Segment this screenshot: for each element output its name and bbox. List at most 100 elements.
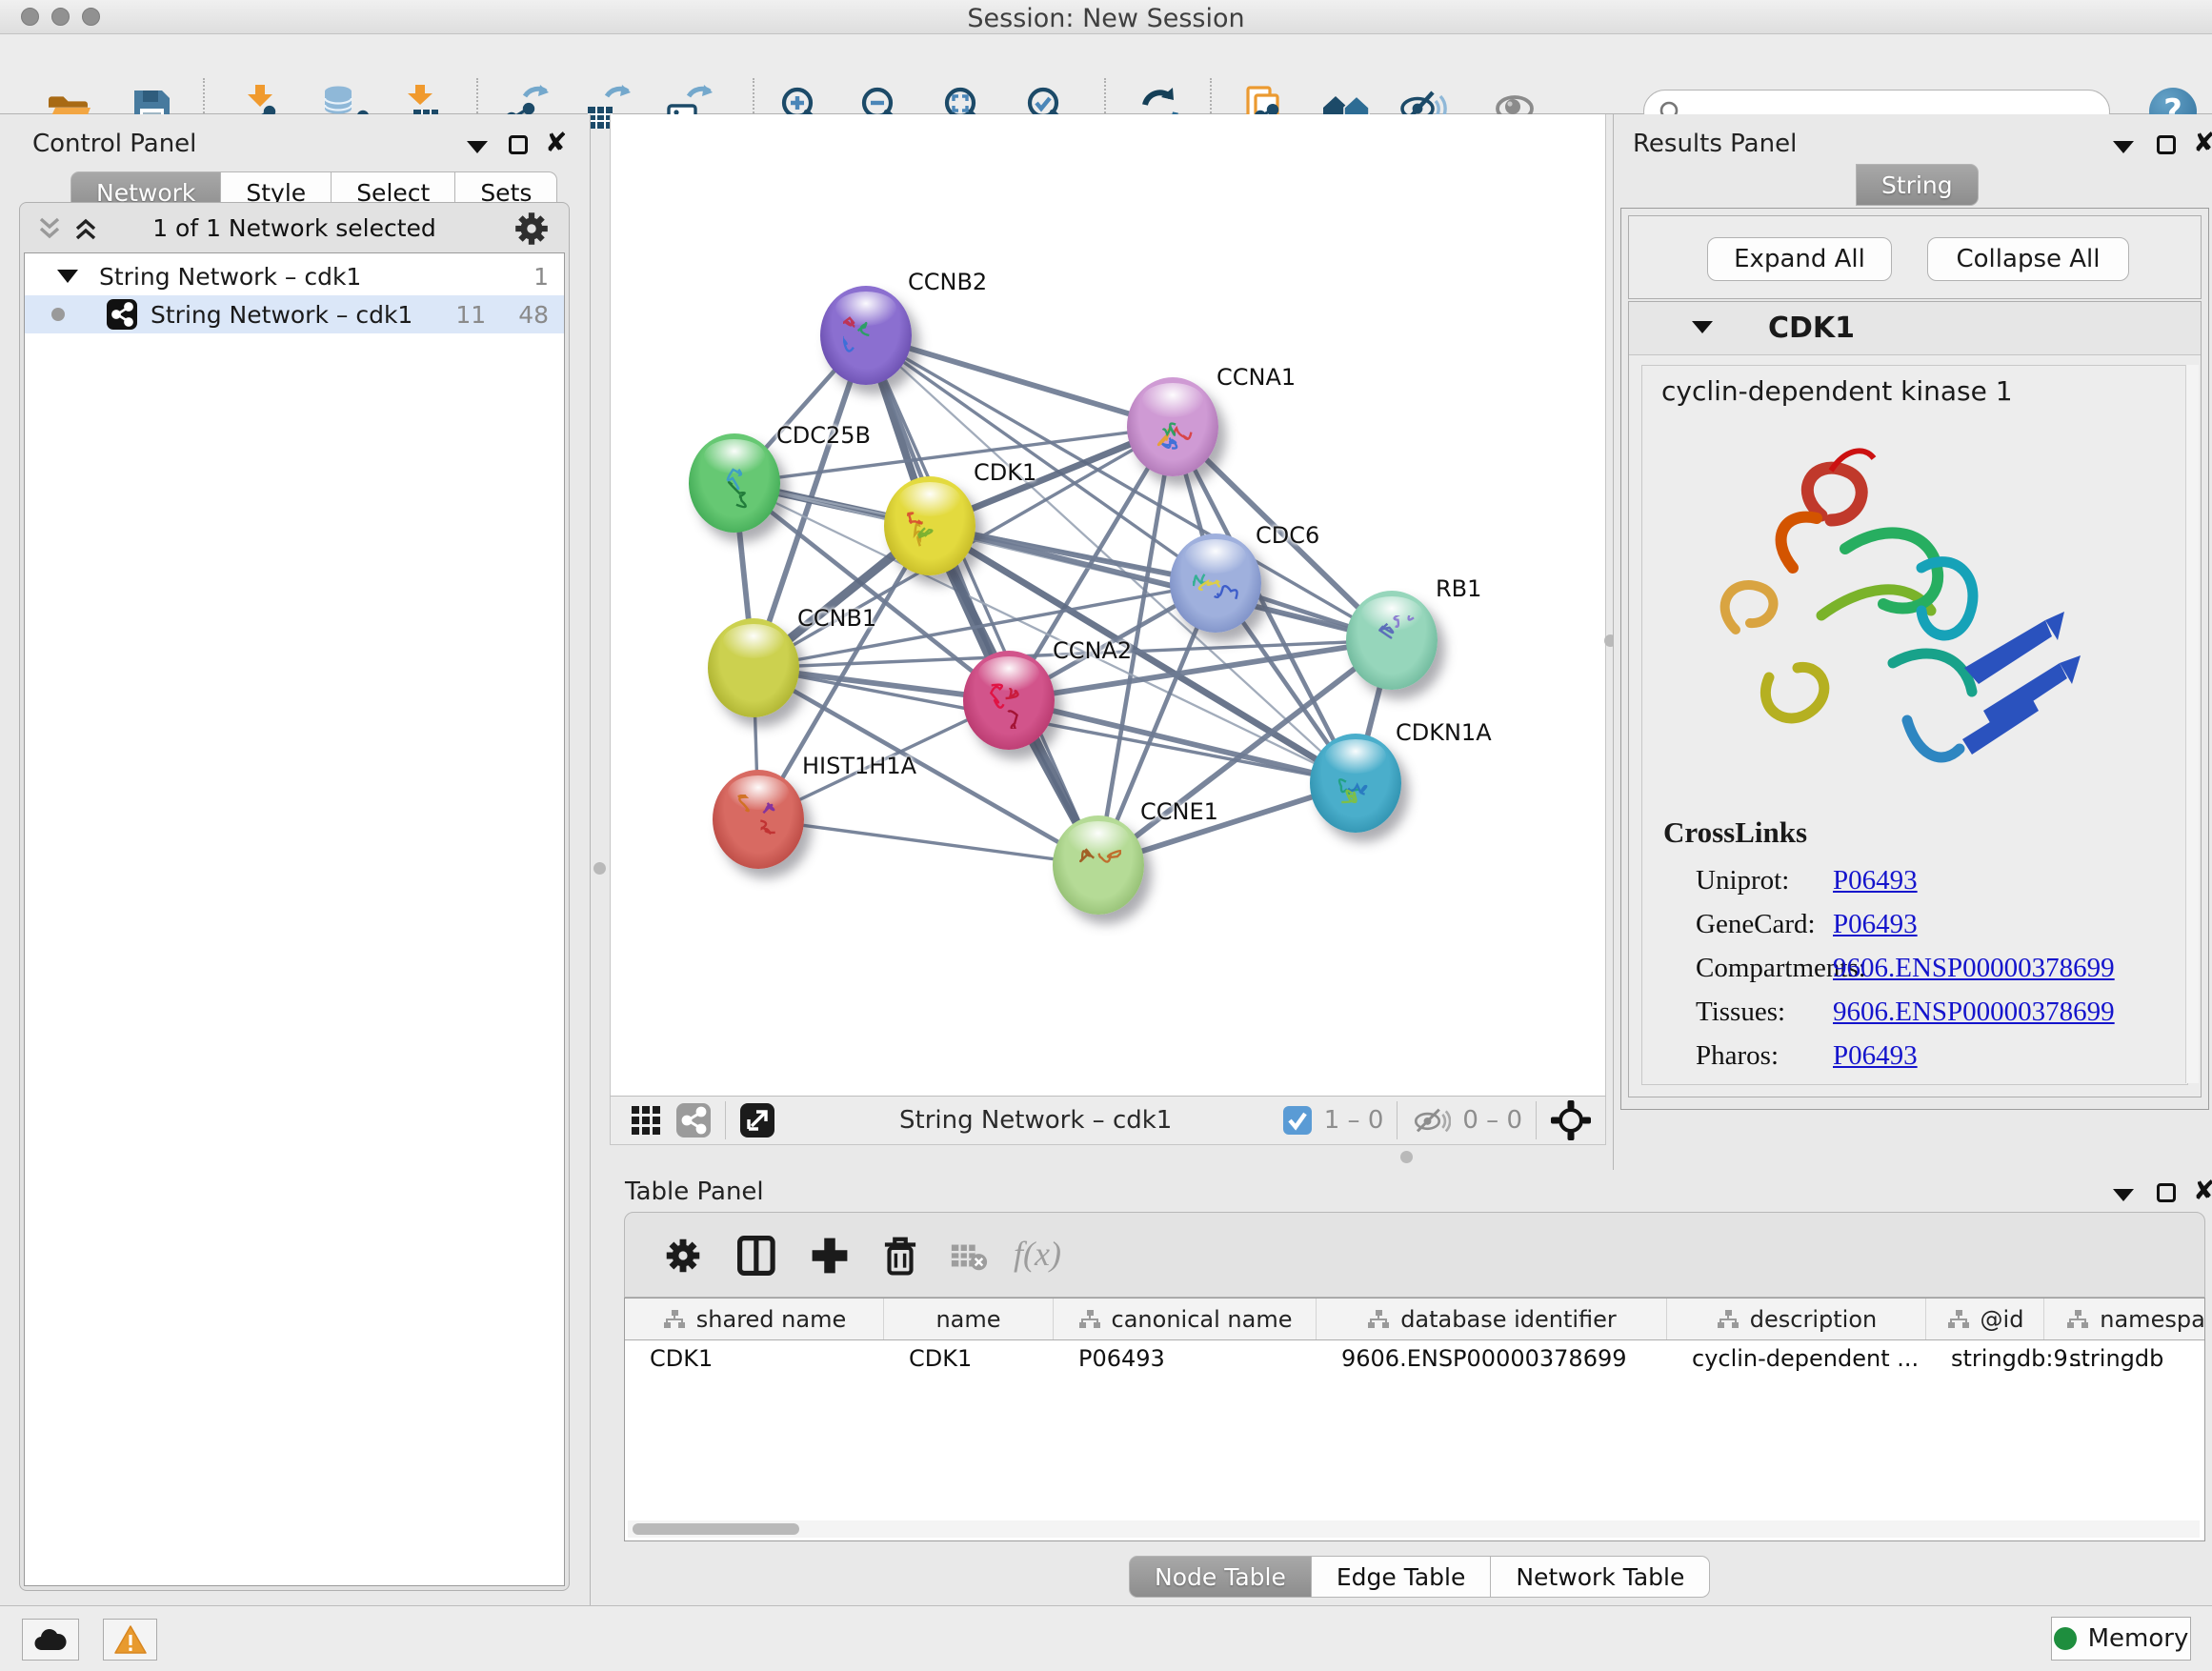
network-edge-CCNB2-CCNE1[interactable] [866, 335, 1098, 865]
network-node-CCNB2[interactable] [820, 286, 912, 385]
crosslink-link[interactable]: P06493 [1833, 909, 1918, 940]
network-node-CDC6[interactable] [1170, 534, 1261, 633]
table-scrollbar-thumb[interactable] [633, 1523, 799, 1535]
table-panel: Table Panel ✘ [600, 1170, 2212, 1605]
crosslink-link[interactable]: P06493 [1833, 1040, 1918, 1072]
network-node-CCNE1[interactable] [1053, 815, 1144, 915]
network-node-CCNA2[interactable] [963, 651, 1055, 750]
collapse-all-button[interactable]: Collapse All [1927, 237, 2129, 281]
results-panel-title: Results Panel [1633, 130, 1797, 158]
table-row[interactable]: CDK1CDK1P064939606.ENSP00000378699cyclin… [625, 1340, 2205, 1377]
table-cell[interactable]: P06493 [1054, 1340, 1317, 1377]
entry-description: cyclin-dependent kinase 1 [1661, 375, 2013, 407]
column-header-description[interactable]: description [1667, 1299, 1926, 1339]
table-cell[interactable]: 9606.ENSP00000378699 [1317, 1340, 1667, 1377]
column-header-shared-name[interactable]: shared name [625, 1299, 884, 1339]
memory-button[interactable]: Memory [2051, 1617, 2191, 1661]
warnings-button[interactable] [103, 1619, 157, 1661]
table-panel-collapse-icon[interactable] [2113, 1189, 2134, 1201]
title-bar: Session: New Session [0, 0, 2212, 34]
shared-column-icon [1716, 1309, 1740, 1330]
horizontal-splitter-handle[interactable] [1400, 1151, 1413, 1163]
table-panel-float-icon[interactable] [2157, 1183, 2176, 1202]
delete-column-trash-icon[interactable] [878, 1234, 922, 1278]
crosslink-link[interactable]: 9606.ENSP00000378699 [1833, 997, 2115, 1028]
column-header-canonical-name[interactable]: canonical name [1054, 1299, 1317, 1339]
network-edge-CCNB2-CCNA1[interactable] [866, 335, 1173, 427]
shared-column-icon [1366, 1309, 1391, 1330]
protein-thumbnail-icon [1150, 402, 1196, 455]
tab-network-table[interactable]: Network Table [1491, 1556, 1710, 1598]
crosslink-label: GeneCard: [1696, 909, 1816, 940]
open-in-window-icon[interactable] [739, 1102, 775, 1138]
column-header-database-identifier[interactable]: database identifier [1317, 1299, 1667, 1339]
results-panel-float-icon[interactable] [2157, 135, 2176, 154]
entry-scrollbar[interactable] [2185, 365, 2199, 1083]
node-label-CCNA1: CCNA1 [1217, 364, 1296, 391]
crosslink-label: Tissues: [1696, 997, 1785, 1028]
table-cell[interactable]: cyclin-dependent ... [1667, 1340, 1926, 1377]
function-builder-icon[interactable]: f(x) [1014, 1234, 1099, 1278]
protein-thumbnail-icon [712, 458, 757, 512]
results-panel-close-icon[interactable]: ✘ [2193, 133, 2212, 152]
control-panel: Control Panel ✘ NetworkStyleSelectSets 1… [0, 114, 591, 1605]
table-cell[interactable]: stringdb:9... [1926, 1340, 2044, 1377]
shared-column-icon [1077, 1309, 1102, 1330]
control-panel-title: Control Panel [32, 130, 196, 158]
column-header-label: database identifier [1400, 1306, 1617, 1333]
control-panel-float-icon[interactable] [509, 135, 528, 154]
table-cell[interactable]: CDK1 [884, 1340, 1054, 1377]
table-cell[interactable]: CDK1 [625, 1340, 884, 1377]
network-row-selected[interactable]: String Network – cdk1 11 48 [25, 295, 564, 333]
table-panel-close-icon[interactable]: ✘ [2193, 1181, 2212, 1200]
results-panel-collapse-icon[interactable] [2113, 141, 2134, 153]
control-panel-collapse-icon[interactable] [467, 141, 488, 153]
tab-edge-table[interactable]: Edge Table [1312, 1556, 1492, 1598]
network-node-RB1[interactable] [1346, 591, 1438, 690]
table-options-gear-icon[interactable] [661, 1234, 705, 1278]
column-header-namespace[interactable]: namespace [2044, 1299, 2205, 1339]
entry-header[interactable]: CDK1 [1629, 302, 2201, 355]
network-node-CDK1[interactable] [884, 476, 975, 575]
selected-checkbox-icon[interactable] [1282, 1105, 1313, 1136]
hidden-eye-icon[interactable] [1411, 1104, 1451, 1137]
control-panel-close-icon[interactable]: ✘ [545, 133, 567, 152]
network-options-gear-icon[interactable] [512, 209, 552, 249]
network-node-CCNA1[interactable] [1127, 377, 1218, 476]
crosslinks-title: CrossLinks [1663, 815, 1807, 850]
tab-string[interactable]: String [1856, 164, 1979, 206]
table-scrollbar-track[interactable] [628, 1520, 2200, 1538]
network-node-CDKN1A[interactable] [1310, 734, 1401, 833]
delete-table-icon[interactable] [949, 1234, 989, 1278]
node-label-HIST1H1A: HIST1H1A [802, 753, 916, 779]
protein-thumbnail-icon [1369, 615, 1415, 669]
column-header-label: shared name [696, 1306, 846, 1333]
entry-collapse-caret-icon[interactable] [1692, 321, 1713, 333]
network-node-CCNB1[interactable] [708, 618, 799, 717]
birdseye-navigator-icon[interactable] [1550, 1099, 1592, 1141]
column-header--id[interactable]: @id [1926, 1299, 2044, 1339]
network-node-HIST1H1A[interactable] [713, 770, 804, 869]
cloud-status-button[interactable] [22, 1619, 79, 1661]
show-columns-icon[interactable] [735, 1234, 779, 1278]
network-edge-CCNA2-CDKN1A[interactable] [1009, 700, 1356, 783]
shared-column-icon [2065, 1309, 2090, 1330]
table-cell[interactable]: stringdb [2044, 1340, 2205, 1377]
crosslink-link[interactable]: 9606.ENSP00000378699 [1833, 953, 2115, 984]
network-edge-HIST1H1A-CCNE1[interactable] [758, 819, 1098, 865]
network-collection-row[interactable]: String Network – cdk1 1 [25, 257, 564, 295]
column-header-name[interactable]: name [884, 1299, 1054, 1339]
tree-expand-caret-icon[interactable] [57, 270, 78, 283]
left-splitter-handle[interactable] [593, 862, 606, 875]
network-canvas[interactable]: CCNB2CCNA1CDC25BCDK1CDC6RB1CCNB1CCNA2CDK… [610, 114, 1606, 1096]
string-network-icon [107, 299, 137, 330]
network-node-CDC25B[interactable] [689, 433, 780, 533]
network-badge-icon[interactable] [675, 1102, 712, 1138]
node-label-CCNB2: CCNB2 [908, 269, 987, 295]
expand-all-button[interactable]: Expand All [1707, 237, 1892, 281]
tab-node-table[interactable]: Node Table [1129, 1556, 1312, 1598]
crosslink-link[interactable]: P06493 [1833, 865, 1918, 896]
create-column-plus-icon[interactable] [808, 1234, 852, 1278]
column-header-label: name [935, 1306, 1000, 1333]
grid-view-icon[interactable] [630, 1104, 662, 1137]
